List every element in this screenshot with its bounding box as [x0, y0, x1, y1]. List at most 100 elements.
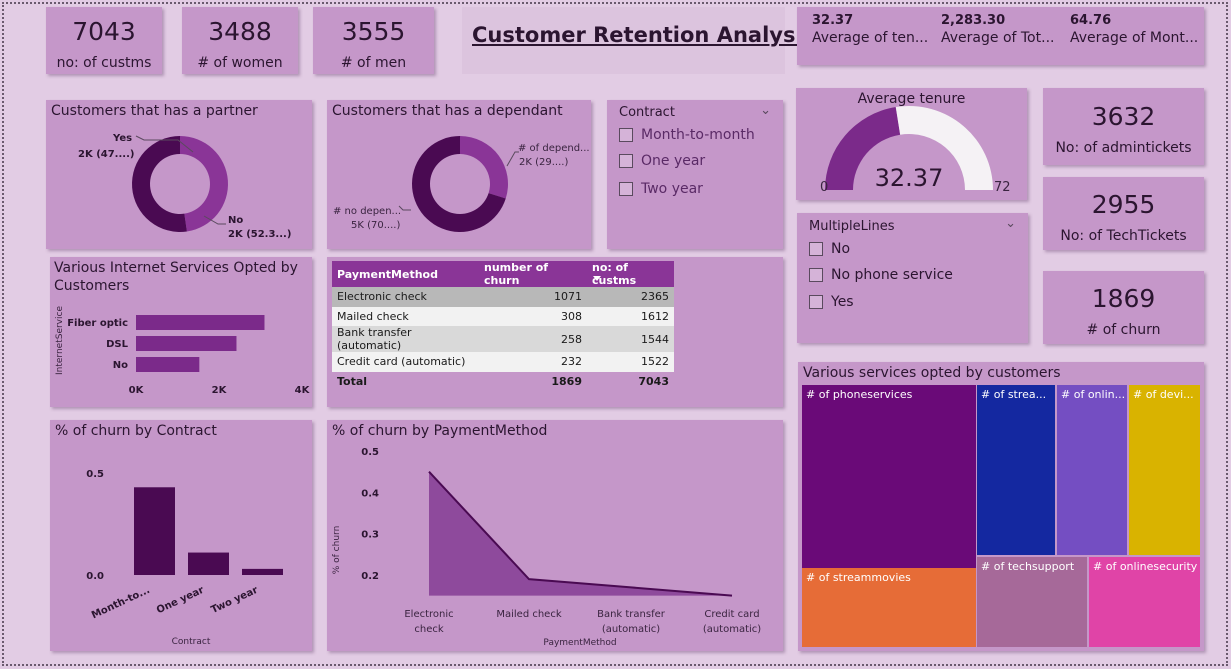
treemap-tile[interactable]: # of onlin...: [1057, 385, 1127, 555]
sort-desc-icon[interactable]: [593, 276, 601, 281]
slice-value-label: 2K (29....): [519, 157, 568, 168]
slicer-title: Contract: [619, 105, 675, 120]
gauge-value-label: 32.37: [875, 164, 944, 192]
category-label: No: [113, 360, 128, 371]
y-tick-label: 0.5: [361, 447, 379, 458]
kpi-card-admintickets[interactable]: 3632 No: of admintickets: [1043, 88, 1204, 165]
treemap-tile-label: # of phoneservices: [806, 388, 913, 401]
kpi-label: No: of admintickets: [1055, 140, 1192, 156]
category-label: Mailed check: [496, 609, 561, 620]
treemap-tile[interactable]: # of streammovies: [802, 568, 976, 647]
multi-kpi-card[interactable]: 32.37 Average of ten... 2,283.30 Average…: [797, 7, 1204, 65]
table-cell: Credit card (automatic): [337, 355, 466, 369]
slicer-title: MultipleLines: [809, 219, 895, 234]
treemap-tile[interactable]: # of strea...: [977, 385, 1055, 555]
table-row[interactable]: Bank transfer (automatic) 258 1544: [332, 326, 674, 352]
category-label: Fiber optic: [67, 318, 128, 329]
x-tick-label: 0K: [129, 385, 145, 396]
table-cell: Total: [337, 374, 368, 388]
tenure-gauge-card[interactable]: Average tenure 0 72 32.37: [796, 88, 1027, 200]
bar[interactable]: [136, 336, 237, 351]
table-cell: Electronic check: [337, 290, 427, 304]
treemap-tile-label: # of devi...: [1133, 388, 1194, 401]
kpi-card-women[interactable]: 3488 # of women: [182, 7, 298, 74]
checkbox[interactable]: [619, 154, 633, 168]
table-cell: 2365: [641, 290, 669, 304]
y-tick-label: 0.0: [86, 571, 104, 582]
leader-line: [506, 151, 519, 167]
donut-slice-0[interactable]: [180, 136, 228, 232]
multiplelines-option-no-phone[interactable]: No phone service: [809, 267, 953, 283]
table-cell: 7043: [638, 374, 669, 388]
col-header[interactable]: no: of custms: [587, 261, 674, 287]
contract-option-one-year[interactable]: One year: [619, 153, 705, 169]
kpi-card-men[interactable]: 3555 # of men: [313, 7, 434, 74]
churn-contract-card[interactable]: % of churn by Contract 0.5 0.0 Month-to...…: [50, 420, 312, 651]
treemap-tile-label: # of streammovies: [806, 571, 911, 584]
option-label: Two year: [641, 181, 703, 197]
category-label: (automatic): [602, 624, 660, 635]
multiplelines-option-yes[interactable]: Yes: [809, 294, 854, 310]
checkbox[interactable]: [619, 128, 633, 142]
contract-option-two-year[interactable]: Two year: [619, 181, 703, 197]
table-cell: Mailed check: [337, 309, 409, 323]
bar[interactable]: [136, 315, 265, 330]
services-treemap-card[interactable]: Various services opted by customers # of…: [798, 362, 1204, 651]
table-cell: Bank transfer (automatic): [337, 326, 412, 352]
table-total-row: Total 1869 7043: [332, 372, 674, 392]
area-fill: [429, 471, 732, 596]
payment-table-card[interactable]: PaymentMethod number of churn no: of cus…: [327, 257, 783, 407]
contract-slicer[interactable]: Contract ⌄ Month-to-month One year Two y…: [607, 100, 783, 249]
checkbox[interactable]: [809, 242, 823, 256]
multiplelines-slicer[interactable]: MultipleLines ⌄ No No phone service Yes: [797, 213, 1028, 343]
bar[interactable]: [134, 487, 175, 575]
col-header[interactable]: PaymentMethod: [332, 261, 479, 287]
internet-services-card[interactable]: Various Internet Services Opted by Custo…: [50, 257, 312, 407]
partner-donut-card[interactable]: Customers that has a partner Yes 2K (47.…: [46, 100, 312, 249]
kpi-label: no: of custms: [56, 55, 152, 71]
bar[interactable]: [188, 552, 229, 575]
kpi-value: 3632: [1091, 102, 1156, 131]
category-label: (automatic): [703, 624, 761, 635]
treemap-tile[interactable]: # of phoneservices: [802, 385, 976, 568]
treemap-tile[interactable]: # of techsupport: [977, 557, 1087, 647]
slice-value-label: 5K (70....): [351, 220, 400, 231]
table-cell: 1522: [641, 355, 669, 369]
option-label: Month-to-month: [641, 127, 755, 143]
category-label: Credit card: [704, 609, 759, 620]
kpi-label: # of churn: [1086, 322, 1161, 338]
bar[interactable]: [136, 357, 200, 372]
category-label: One year: [155, 585, 206, 616]
treemap-tile[interactable]: # of onlinesecurity: [1089, 557, 1200, 647]
chevron-down-icon[interactable]: ⌄: [760, 103, 771, 118]
table-row[interactable]: Electronic check 1071 2365: [332, 287, 674, 307]
table-row[interactable]: Mailed check 308 1612: [332, 306, 674, 326]
dependant-donut-svg: # of depend... 2K (29....) # no depen...…: [333, 136, 590, 232]
treemap: # of phoneservices # of strea... # of onli…: [798, 362, 1204, 651]
churn-payment-card[interactable]: % of churn by PaymentMethod 0.5 0.4 0.3 0.2…: [327, 420, 783, 651]
treemap-tile[interactable]: # of devi...: [1129, 385, 1200, 555]
table-row[interactable]: Credit card (automatic) 232 1522: [332, 352, 674, 372]
x-axis-title: Contract: [172, 637, 211, 647]
bar[interactable]: [242, 568, 283, 575]
checkbox[interactable]: [809, 268, 823, 282]
chevron-down-icon[interactable]: ⌄: [1005, 216, 1016, 231]
kpi-card-churn[interactable]: 1869 # of churn: [1043, 271, 1204, 344]
kpi-card-techtickets[interactable]: 2955 No: of TechTickets: [1043, 177, 1204, 250]
checkbox[interactable]: [619, 182, 633, 196]
table-cell: 1612: [641, 309, 669, 323]
category-label: Two year: [210, 585, 260, 616]
checkbox[interactable]: [809, 295, 823, 309]
multiplelines-option-no[interactable]: No: [809, 241, 850, 257]
category-label: DSL: [106, 339, 129, 350]
kpi-value: 3488: [208, 17, 272, 46]
donut-slice-1[interactable]: [132, 136, 187, 232]
multi-kpi-label: Average of ten...: [812, 30, 929, 46]
kpi-card-customers[interactable]: 7043 no: of custms: [46, 7, 162, 74]
category-label: check: [414, 624, 443, 635]
dependant-donut-card[interactable]: Customers that has a dependant # of depe…: [327, 100, 591, 249]
donut-slice-0[interactable]: [460, 136, 508, 199]
contract-option-month[interactable]: Month-to-month: [619, 127, 755, 143]
x-tick-label: 2K: [212, 385, 228, 396]
col-header[interactable]: number of churn: [479, 261, 587, 287]
